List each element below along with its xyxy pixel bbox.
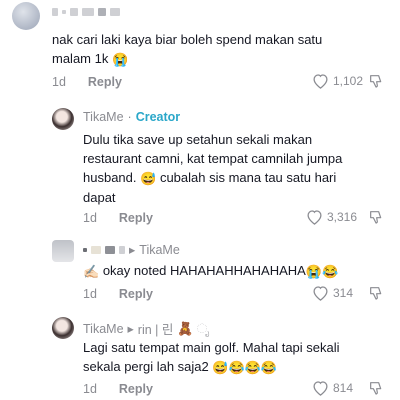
- comment-meta: 1d Reply: [83, 382, 153, 396]
- dislike-icon[interactable]: [368, 73, 384, 89]
- username[interactable]: TikaMe: [83, 110, 124, 124]
- like-button[interactable]: 3,316: [306, 209, 357, 225]
- like-count: 1,102: [333, 74, 364, 88]
- avatar[interactable]: [52, 317, 74, 339]
- comment-text: ✍🏻 okay noted HAHAHAHHAHAHAHA😭😂: [83, 263, 339, 279]
- reply-button[interactable]: Reply: [119, 382, 153, 396]
- teddy-bear-emoji: 🧸 ೃ: [177, 320, 210, 336]
- avatar[interactable]: [12, 2, 40, 30]
- avatar[interactable]: [52, 240, 74, 262]
- comment-text: nak cari laki kaya biar boleh spend maka…: [52, 32, 323, 67]
- reply-arrow-icon: ▸: [129, 243, 136, 257]
- reply-to-username[interactable]: TikaMe: [139, 243, 180, 257]
- dislike-icon[interactable]: [368, 209, 384, 225]
- username[interactable]: TikaMe: [83, 322, 124, 336]
- reply-button[interactable]: Reply: [119, 211, 153, 225]
- comment-age: 1d: [83, 287, 97, 301]
- comment-age: 1d: [83, 382, 97, 396]
- like-count: 3,316: [327, 210, 358, 224]
- like-button[interactable]: 814: [312, 380, 353, 396]
- reply-arrow-icon: ▸: [127, 322, 134, 336]
- dislike-icon[interactable]: [368, 285, 384, 301]
- comment-age: 1d: [52, 75, 66, 89]
- comment-meta: 1d Reply: [83, 211, 153, 225]
- username-row: ▸ TikaMe: [83, 242, 180, 257]
- comment-text: Lagi satu tempat main golf. Mahal tapi s…: [83, 340, 340, 375]
- like-button[interactable]: 314: [312, 285, 353, 301]
- heart-icon: [307, 210, 322, 225]
- like-count: 814: [333, 381, 354, 395]
- comment-meta: 1d Reply: [52, 75, 122, 89]
- heart-icon: [313, 286, 328, 301]
- username-row: TikaMe ▸ rin | 린 🧸 ೃ: [83, 319, 209, 338]
- reply-button[interactable]: Reply: [88, 75, 122, 89]
- writing-hand-emoji: ✍🏻: [83, 264, 100, 279]
- avatar[interactable]: [52, 108, 74, 130]
- like-count: 314: [333, 286, 354, 300]
- comment-meta: 1d Reply: [83, 287, 153, 301]
- dislike-icon[interactable]: [368, 380, 384, 396]
- username-row: TikaMe · Creator: [83, 110, 181, 124]
- heart-icon: [313, 381, 328, 396]
- comment-age: 1d: [83, 211, 97, 225]
- reply-button[interactable]: Reply: [119, 287, 153, 301]
- creator-badge: Creator: [135, 110, 181, 124]
- reply-to-username[interactable]: rin | 린: [138, 319, 174, 338]
- laughing-emojis: 😅😂😂😂: [212, 360, 278, 375]
- like-button[interactable]: 1,102: [312, 73, 363, 89]
- laughing-emojis: 😭😂: [305, 264, 339, 279]
- sob-emoji: 😭: [111, 52, 129, 67]
- heart-icon: [313, 74, 328, 89]
- comment-text: Dulu tika save up setahun sekali makan r…: [83, 132, 343, 205]
- username-redacted[interactable]: [52, 8, 120, 16]
- sweat-smile-emoji: 😅: [140, 171, 157, 186]
